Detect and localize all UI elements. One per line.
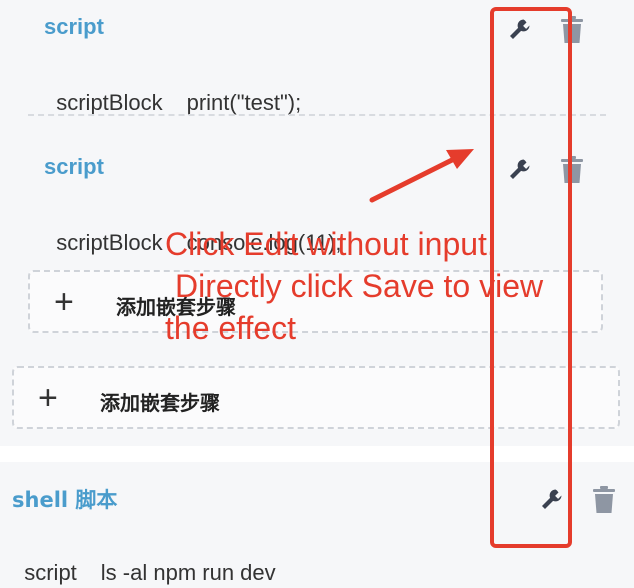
annotation-text-line1: Click Edit without input. xyxy=(165,226,496,262)
annotation-text-line3: the effect xyxy=(165,310,297,346)
annotation-text-line2: Directly click Save to view xyxy=(175,268,544,304)
